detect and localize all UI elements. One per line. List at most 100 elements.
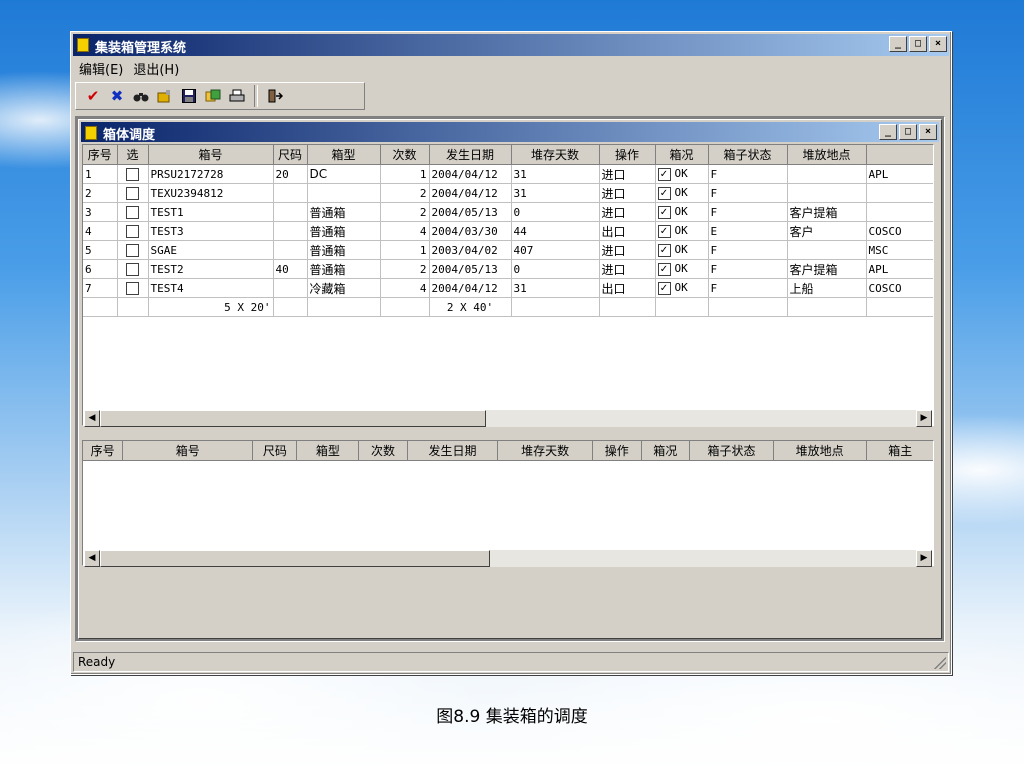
- col-header[interactable]: 箱子状态: [708, 145, 788, 165]
- summary-cell: [83, 297, 118, 317]
- table-row[interactable]: 4 TEST3 普通箱 4 2004/03/30 44 出口 ✓ OK E 客户 COSCO: [83, 221, 933, 241]
- scroll-left-button[interactable]: ◀: [84, 550, 100, 567]
- select-checkbox[interactable]: [126, 281, 139, 295]
- col-header[interactable]: 箱型: [307, 145, 381, 165]
- child-minimize-button[interactable]: _: [879, 124, 897, 140]
- app-title: 集装箱管理系统: [95, 41, 187, 56]
- col-header[interactable]: 发生日期: [429, 145, 512, 165]
- table-row[interactable]: 1 PRSU2172728 20 DC 1 2004/04/12 31 进口 ✓ OK F APL: [83, 164, 933, 184]
- save-icon[interactable]: [178, 85, 200, 107]
- col-header[interactable]: 尺码: [252, 441, 298, 461]
- table-cell: [866, 202, 933, 222]
- col-header[interactable]: 发生日期: [407, 441, 499, 461]
- menu-edit[interactable]: 编辑(E): [79, 59, 123, 78]
- select-cell[interactable]: [117, 164, 149, 184]
- condition-cell[interactable]: ✓ OK: [655, 259, 709, 279]
- minimize-button[interactable]: _: [889, 36, 907, 52]
- child-maximize-button[interactable]: □: [899, 124, 917, 140]
- condition-checkbox[interactable]: ✓: [657, 243, 671, 257]
- menu-exit[interactable]: 退出(H): [133, 59, 179, 78]
- condition-cell[interactable]: ✓ OK: [655, 240, 709, 260]
- condition-checkbox[interactable]: ✓: [657, 262, 671, 276]
- select-checkbox[interactable]: [126, 262, 139, 276]
- select-cell[interactable]: [117, 259, 149, 279]
- col-header[interactable]: 箱号: [122, 441, 254, 461]
- condition-checkbox[interactable]: ✓: [657, 167, 671, 181]
- select-cell[interactable]: [117, 183, 149, 203]
- child-close-button[interactable]: ×: [919, 124, 937, 140]
- select-cell[interactable]: [117, 278, 149, 298]
- col-header[interactable]: 箱主: [866, 441, 933, 461]
- print-icon[interactable]: [226, 85, 248, 107]
- summary-cell: [708, 297, 788, 317]
- condition-checkbox[interactable]: ✓: [657, 205, 671, 219]
- table-cell: 2: [380, 259, 430, 279]
- table-cell: SGAE: [148, 240, 274, 260]
- table-cell: COSCO: [866, 221, 933, 241]
- select-checkbox[interactable]: [126, 205, 139, 219]
- col-header[interactable]: 堆存天数: [497, 441, 594, 461]
- col-header[interactable]: 堆放地点: [787, 145, 867, 165]
- upper-hscroll[interactable]: ◀ ▶: [84, 410, 932, 427]
- condition-cell[interactable]: ✓ OK: [655, 164, 709, 184]
- col-header[interactable]: 次数: [358, 441, 408, 461]
- table-cell: 1: [380, 164, 430, 184]
- condition-cell[interactable]: ✓ OK: [655, 202, 709, 222]
- condition-checkbox[interactable]: ✓: [657, 224, 671, 238]
- select-checkbox[interactable]: [126, 243, 139, 257]
- check-icon[interactable]: ✔: [82, 85, 104, 107]
- scroll-thumb[interactable]: [100, 550, 490, 567]
- col-header[interactable]: 操作: [592, 441, 642, 461]
- exit-icon[interactable]: [264, 85, 286, 107]
- delete-icon[interactable]: ✖: [106, 85, 128, 107]
- table-row[interactable]: 6 TEST2 40 普通箱 2 2004/05/13 0 进口 ✓ OK F 客户提箱 APL: [83, 259, 933, 279]
- detail-table: 序号 箱号 尺码 箱型 次数 发生日期 堆存天数 操作 箱况 箱子状态 堆放地点…: [83, 441, 933, 461]
- condition-cell[interactable]: ✓ OK: [655, 183, 709, 203]
- select-cell[interactable]: [117, 202, 149, 222]
- condition-checkbox[interactable]: ✓: [657, 186, 671, 200]
- open-icon[interactable]: [154, 85, 176, 107]
- select-checkbox[interactable]: [126, 224, 139, 238]
- scroll-right-button[interactable]: ▶: [916, 410, 932, 427]
- child-titlebar[interactable]: 箱体调度 _ □ ×: [81, 122, 939, 143]
- table-row[interactable]: 3 TEST1 普通箱 2 2004/05/13 0 进口 ✓ OK F 客户提箱: [83, 202, 933, 222]
- summary-cell: [273, 297, 308, 317]
- col-header[interactable]: 箱号: [148, 145, 274, 165]
- table-row[interactable]: 2 TEXU2394812 2 2004/04/12 31 进口 ✓ OK F: [83, 183, 933, 203]
- col-header[interactable]: 次数: [380, 145, 430, 165]
- close-button[interactable]: ×: [929, 36, 947, 52]
- lower-hscroll[interactable]: ◀ ▶: [84, 550, 932, 567]
- col-header[interactable]: 操作: [599, 145, 656, 165]
- col-header[interactable]: 堆存天数: [511, 145, 600, 165]
- resize-grip[interactable]: [934, 657, 946, 669]
- select-cell[interactable]: [117, 240, 149, 260]
- col-header[interactable]: 选: [117, 145, 149, 165]
- copy-icon[interactable]: [202, 85, 224, 107]
- condition-cell[interactable]: ✓ OK: [655, 278, 709, 298]
- condition-cell[interactable]: ✓ OK: [655, 221, 709, 241]
- find-icon[interactable]: [130, 85, 152, 107]
- table-row[interactable]: 5 SGAE 普通箱 1 2003/04/02 407 进口 ✓ OK F MSC: [83, 240, 933, 260]
- col-header[interactable]: 箱况: [641, 441, 691, 461]
- table-cell: [307, 183, 381, 203]
- col-header[interactable]: 序号: [83, 441, 124, 461]
- table-cell: 2004/03/30: [429, 221, 512, 241]
- main-titlebar[interactable]: 集装箱管理系统 _ □ ×: [73, 34, 949, 56]
- select-checkbox[interactable]: [126, 167, 139, 181]
- scroll-left-button[interactable]: ◀: [84, 410, 100, 427]
- select-cell[interactable]: [117, 221, 149, 241]
- col-header[interactable]: 箱型: [296, 441, 360, 461]
- maximize-button[interactable]: □: [909, 36, 927, 52]
- scroll-right-button[interactable]: ▶: [916, 550, 932, 567]
- mdi-area: 箱体调度 _ □ × 序号 选 箱号 尺码 箱型 次数 发生日期 堆存天数 操作…: [75, 116, 945, 642]
- scroll-thumb[interactable]: [100, 410, 486, 427]
- col-header[interactable]: 堆放地点: [773, 441, 867, 461]
- col-header[interactable]: 箱况: [655, 145, 709, 165]
- condition-checkbox[interactable]: ✓: [657, 281, 671, 295]
- col-header[interactable]: 箱: [866, 145, 933, 165]
- select-checkbox[interactable]: [126, 186, 139, 200]
- col-header[interactable]: 尺码: [273, 145, 308, 165]
- col-header[interactable]: 箱子状态: [689, 441, 774, 461]
- table-row[interactable]: 7 TEST4 冷藏箱 4 2004/04/12 31 出口 ✓ OK F 上船 COSCO: [83, 278, 933, 298]
- col-header[interactable]: 序号: [83, 145, 118, 165]
